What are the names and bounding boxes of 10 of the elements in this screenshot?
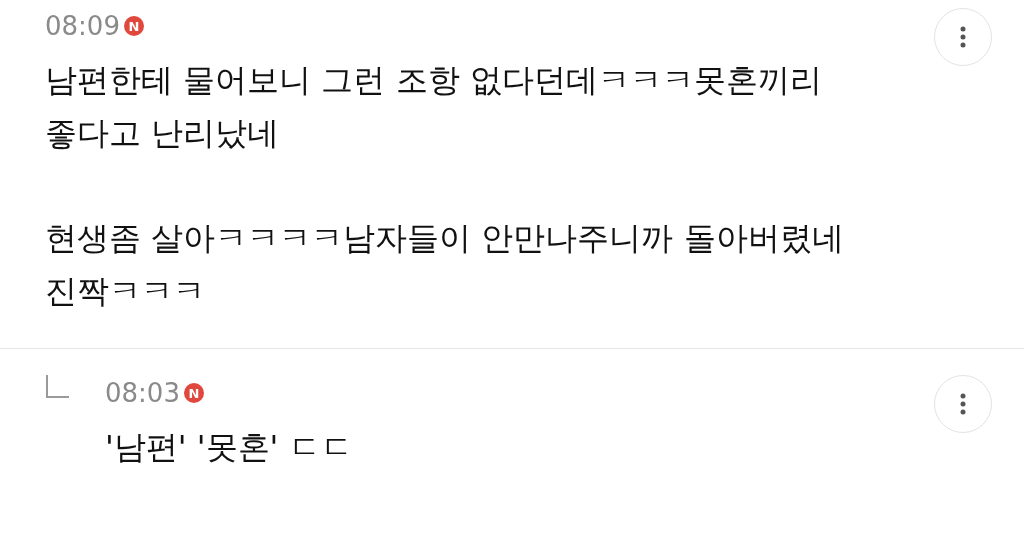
comment-time: 08:09 [45, 11, 120, 41]
comment-text: 남편한테 물어보니 그런 조항 없다던데ㅋㅋㅋ못혼끼리 좋다고 난리났네 [45, 60, 823, 154]
more-icon [960, 393, 966, 415]
comment-text: 현생좀 살아ㅋㅋㅋㅋ남자들이 안만나주니까 돌아버렸네 진짝ㅋㅋㅋ [45, 218, 845, 312]
more-icon [960, 26, 966, 48]
reply-indent-icon [45, 375, 69, 399]
comment-text: '남편' '못혼' ㄷㄷ [105, 427, 354, 468]
new-badge: N [123, 16, 144, 36]
new-badge: N [183, 383, 204, 403]
comment-time: 08:03 [105, 378, 180, 408]
